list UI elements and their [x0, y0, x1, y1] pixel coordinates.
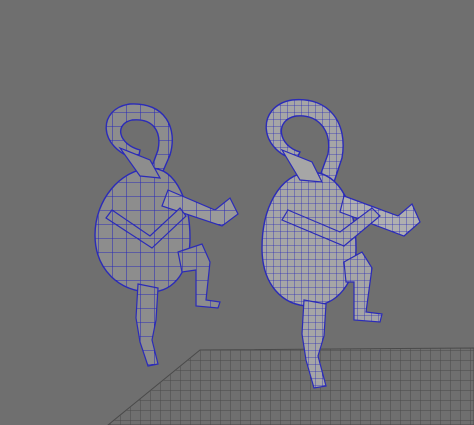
viewport-canvas[interactable] — [0, 0, 474, 425]
3d-viewport[interactable] — [0, 0, 474, 425]
smooth-figure[interactable] — [261, 98, 421, 389]
ground-grid — [107, 347, 474, 425]
low-poly-figure[interactable] — [94, 103, 239, 367]
